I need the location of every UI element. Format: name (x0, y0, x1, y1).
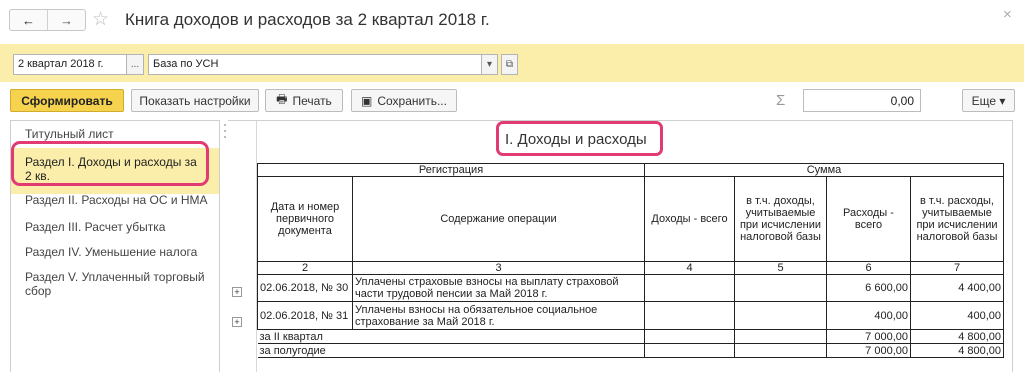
income-tax-cell (734, 301, 827, 330)
sidebar-item-section-3[interactable]: Раздел III. Расчет убытка (25, 220, 210, 234)
income-tax-cell (734, 329, 827, 344)
sidebar-item-title-page[interactable]: Титульный лист (25, 127, 210, 141)
period-select-button[interactable]: ... (126, 54, 144, 75)
period-input[interactable]: 2 квартал 2018 г. (13, 54, 127, 75)
forward-arrow-icon[interactable]: → (48, 10, 85, 30)
sidebar-item-section-4[interactable]: Раздел IV. Уменьшение налога (25, 245, 210, 259)
nav-buttons: ← → (9, 9, 86, 31)
organization-open-icon[interactable]: ⧉ (501, 54, 518, 75)
column-number: 5 (734, 261, 827, 275)
column-header: Расходы - всего (826, 176, 911, 262)
content-cell: Уплачены взносы на обязательное социальн… (352, 301, 645, 330)
income-expense-table: Регистрация Сумма Дата и номер первичног… (257, 163, 1005, 358)
document-cell: 02.06.2018, № 31 (257, 301, 353, 330)
floppy-disk-icon: ▣ (361, 93, 373, 108)
column-header: в т.ч. доходы, учитываемые при исчислени… (734, 176, 827, 262)
sigma-icon: Σ (776, 92, 786, 109)
printer-icon: 🖶 (276, 92, 288, 106)
column-header: в т.ч. расходы, учитываемые при исчислен… (909, 176, 1005, 262)
back-arrow-icon[interactable]: ← (10, 10, 48, 30)
column-header: Содержание операции (352, 176, 645, 262)
expense-cell: 7 000,00 (826, 343, 911, 358)
header-group-row: Регистрация Сумма (257, 163, 1005, 177)
column-number: 3 (352, 261, 645, 275)
document-cell: 02.06.2018, № 30 (257, 274, 353, 302)
print-button-label: Печать (292, 93, 332, 108)
column-number: 4 (644, 261, 735, 275)
table-row[interactable]: 02.06.2018, № 31 Уплачены взносы на обяз… (257, 301, 1005, 330)
column-header-row: Дата и номер первичного документа Содерж… (257, 176, 1005, 262)
total-label: за II квартал (257, 329, 645, 344)
income-cell (644, 301, 735, 330)
expense-cell: 6 600,00 (826, 274, 911, 302)
close-icon[interactable]: × (1003, 6, 1012, 23)
income-cell (644, 329, 735, 344)
column-number: 7 (909, 261, 1005, 275)
expand-row-icon[interactable]: + (232, 317, 242, 327)
save-button[interactable]: ▣ Сохранить... (351, 89, 457, 112)
column-number-row: 2 3 4 5 6 7 (257, 261, 1005, 275)
sum-header: Сумма (643, 163, 1005, 177)
column-header: Дата и номер первичного документа (257, 176, 353, 262)
expense-tax-cell: 400,00 (909, 301, 1005, 330)
sum-field[interactable]: 0,00 (803, 89, 921, 112)
sidebar-item-section-2[interactable]: Раздел II. Расходы на ОС и НМА (25, 193, 210, 207)
window-title: Книга доходов и расходов за 2 квартал 20… (125, 10, 490, 29)
active-section-highlight (11, 141, 209, 186)
favorite-star-icon[interactable]: ☆ (92, 8, 109, 31)
column-header: Доходы - всего (644, 176, 735, 262)
column-number: 2 (257, 261, 353, 275)
title-bar: ← → ☆ Книга доходов и расходов за 2 квар… (0, 0, 1024, 40)
group-gutter (228, 121, 257, 372)
expense-tax-cell: 4 800,00 (909, 343, 1005, 358)
sidebar-item-section-5[interactable]: Раздел V. Уплаченный торговый сбор (25, 270, 210, 298)
print-button[interactable]: 🖶 Печать (265, 89, 343, 112)
expense-tax-cell: 4 400,00 (909, 274, 1005, 302)
show-settings-button[interactable]: Показать настройки (131, 89, 259, 112)
registration-header: Регистрация (257, 163, 645, 177)
income-cell (644, 274, 735, 302)
expense-cell: 7 000,00 (826, 329, 911, 344)
column-number: 6 (826, 261, 911, 275)
table-row[interactable]: 02.06.2018, № 30 Уплачены страховые взно… (257, 274, 1005, 302)
expense-cell: 400,00 (826, 301, 911, 330)
organization-dropdown-icon[interactable]: ▾ (481, 54, 498, 75)
income-cell (644, 343, 735, 358)
organization-input[interactable]: База по УСН (148, 54, 482, 75)
report-title-highlight (496, 121, 663, 156)
income-tax-cell (734, 274, 827, 302)
generate-button[interactable]: Сформировать (10, 89, 124, 112)
expense-tax-cell: 4 800,00 (909, 329, 1005, 344)
more-button[interactable]: Еще ▾ (962, 89, 1015, 112)
total-row: за полугодие 7 000,00 4 800,00 (257, 343, 1005, 358)
save-button-label: Сохранить... (377, 93, 447, 108)
income-tax-cell (734, 343, 827, 358)
content-cell: Уплачены страховые взносы на выплату стр… (352, 274, 645, 302)
panel-splitter[interactable] (222, 120, 227, 372)
expand-row-icon[interactable]: + (232, 287, 242, 297)
total-label: за полугодие (257, 343, 645, 358)
total-row: за II квартал 7 000,00 4 800,00 (257, 329, 1005, 344)
